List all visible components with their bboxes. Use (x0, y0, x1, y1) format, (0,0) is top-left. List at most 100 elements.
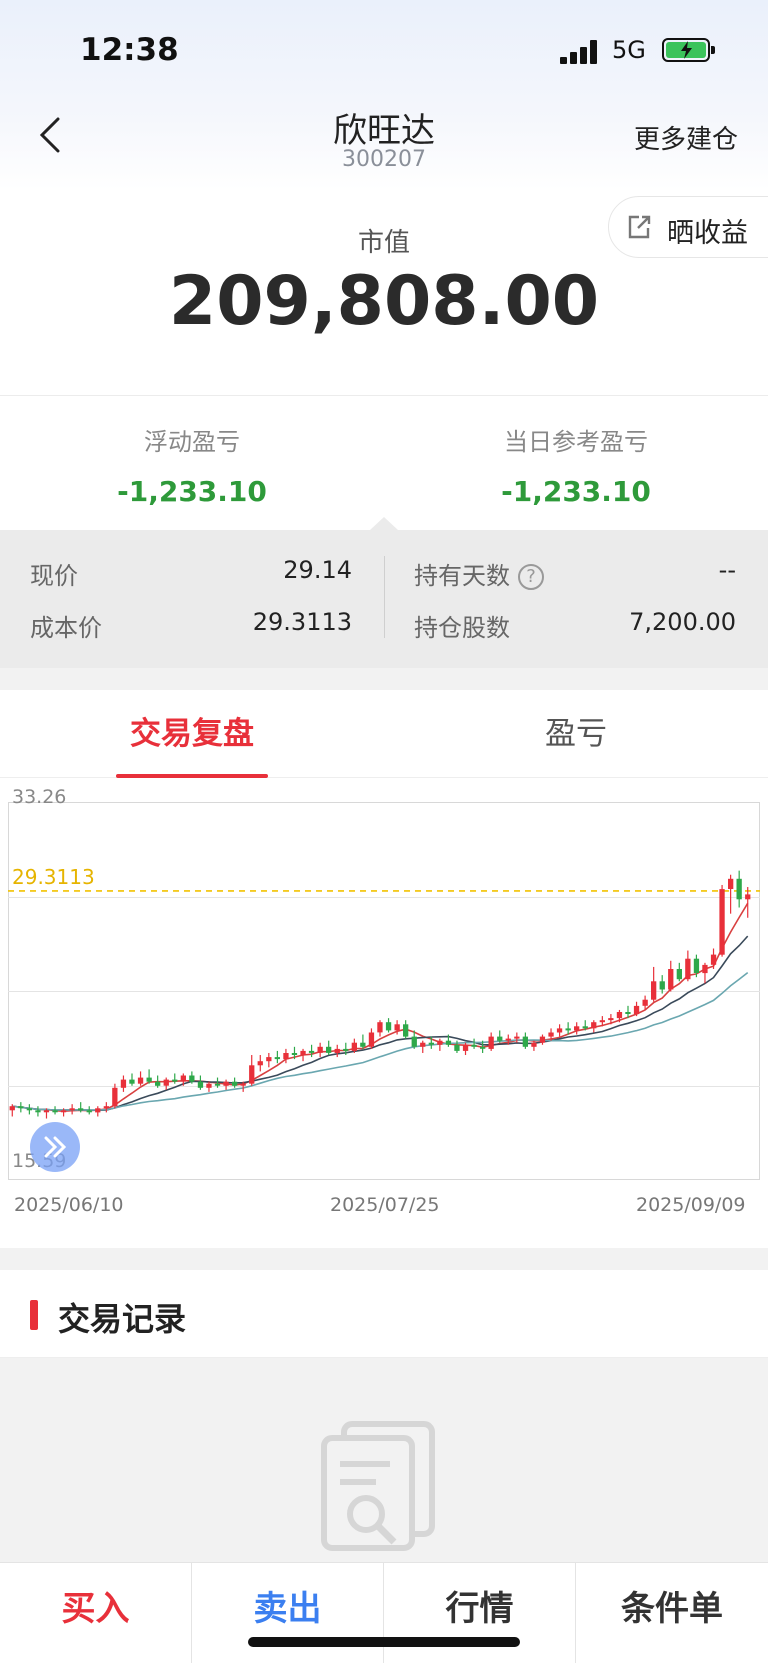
candle (616, 1012, 623, 1019)
empty-records (0, 1358, 768, 1563)
candle (172, 1079, 178, 1082)
candle (633, 1005, 640, 1015)
candle (454, 1044, 460, 1051)
candle (266, 1057, 272, 1062)
candle (206, 1083, 212, 1088)
tab-pnl[interactable]: 盈亏 (384, 708, 768, 753)
section-marker (30, 1300, 38, 1330)
candle (214, 1083, 221, 1086)
cost-line-label: 29.3113 (12, 864, 95, 889)
candle (659, 981, 665, 990)
candle (86, 1110, 92, 1113)
candle (249, 1065, 255, 1084)
candle (411, 1036, 417, 1047)
candle (394, 1024, 400, 1031)
quotes-button[interactable]: 行情 (384, 1563, 576, 1663)
market-value-label: 市值 (357, 228, 410, 258)
kline-chart[interactable] (8, 802, 760, 1180)
candle (326, 1046, 332, 1053)
candle (437, 1040, 443, 1045)
candle (129, 1079, 135, 1084)
candle (35, 1110, 41, 1113)
daily-pnl-label: 当日参考盈亏 (504, 428, 648, 456)
shares-label: 持仓股数 (414, 614, 510, 642)
candle (385, 1022, 392, 1031)
price-label: 现价 (30, 562, 78, 590)
home-indicator (248, 1637, 520, 1647)
candle (574, 1026, 580, 1031)
candle (26, 1108, 32, 1111)
candle (95, 1108, 101, 1113)
candle (702, 964, 708, 974)
buy-button[interactable]: 买入 (0, 1563, 192, 1663)
candle (197, 1081, 204, 1088)
tab-trade-review[interactable]: 交易复盘 (0, 708, 384, 753)
candle (565, 1028, 571, 1031)
candle (223, 1081, 229, 1086)
expand-chart-button[interactable] (30, 1122, 80, 1172)
expand-caret-icon[interactable] (370, 517, 398, 530)
candle (232, 1081, 238, 1086)
candle (334, 1048, 340, 1053)
candle (78, 1108, 84, 1111)
candle (642, 999, 648, 1006)
x-label-mid: 2025/07/25 (330, 1194, 440, 1216)
shares-value: 7,200.00 (629, 608, 736, 636)
candle (69, 1108, 75, 1111)
candle (522, 1036, 528, 1047)
candle (351, 1042, 357, 1051)
candle (539, 1036, 546, 1043)
help-icon[interactable]: ? (518, 564, 544, 590)
header-background: 12:38 5G 欣旺达 300207 更多建仓 晒收益 市值 209,808.… (0, 0, 768, 395)
candle (462, 1044, 469, 1051)
more-positions-button[interactable]: 更多建仓 (634, 119, 738, 156)
candle (420, 1042, 426, 1047)
candle (120, 1079, 127, 1088)
position-details: 现价 29.14 成本价 29.3113 持有天数? -- 持仓股数 7,200… (0, 530, 768, 668)
ma-line (12, 971, 749, 1111)
status-bar: 12:38 5G (0, 30, 768, 74)
candle (189, 1075, 195, 1082)
candle (599, 1020, 605, 1023)
status-time: 12:38 (80, 32, 179, 68)
candle (300, 1050, 306, 1055)
candle (591, 1022, 597, 1029)
candle (548, 1032, 554, 1037)
candle (745, 894, 751, 900)
candle (343, 1048, 349, 1051)
candle (471, 1044, 477, 1047)
y-top-label: 33.26 (12, 786, 67, 808)
candle (274, 1057, 280, 1060)
market-value: 209,808.00 (168, 262, 600, 341)
candle (180, 1075, 186, 1082)
candle (719, 889, 725, 955)
candle (497, 1036, 503, 1041)
candle (9, 1106, 15, 1111)
candle (676, 969, 682, 980)
bottom-action-bar: 买入 卖出 行情 条件单 (0, 1562, 768, 1663)
floating-pnl-label: 浮动盈亏 (144, 428, 240, 456)
battery-icon (662, 38, 715, 62)
candle (531, 1042, 537, 1047)
conditional-order-button[interactable]: 条件单 (576, 1563, 768, 1663)
candle (103, 1106, 109, 1109)
candle (112, 1087, 118, 1107)
empty-document-icon (321, 1421, 435, 1551)
double-chevron-icon (44, 1136, 67, 1158)
sell-button[interactable]: 卖出 (192, 1563, 384, 1663)
holding-days-value: -- (718, 556, 736, 584)
trade-records-header: 交易记录 (0, 1270, 768, 1358)
candle (556, 1028, 563, 1033)
x-label-end: 2025/09/09 (636, 1194, 746, 1216)
candle (137, 1077, 144, 1084)
candle (240, 1083, 246, 1086)
candle (445, 1040, 452, 1045)
candle (155, 1081, 161, 1086)
candle (360, 1042, 366, 1047)
candle (668, 969, 674, 990)
holding-days: 持有天数? (414, 556, 544, 591)
candle (368, 1032, 375, 1047)
candle (685, 958, 691, 980)
pnl-section: 浮动盈亏 -1,233.10 当日参考盈亏 -1,233.10 (0, 395, 768, 530)
candle (18, 1106, 24, 1109)
